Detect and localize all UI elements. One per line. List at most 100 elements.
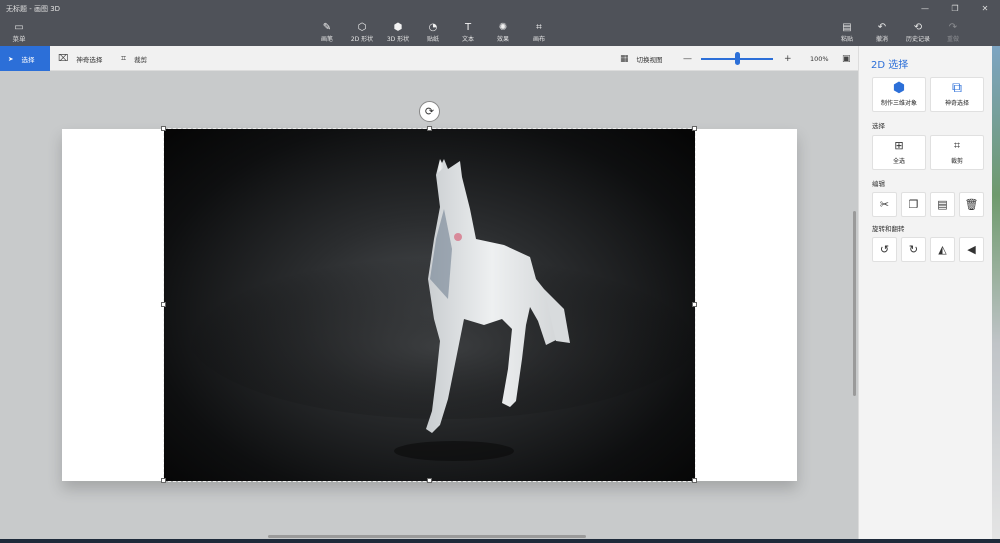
tool-label: 效果	[496, 36, 509, 43]
workspace: ⟳	[0, 71, 858, 541]
trash-icon: 🗑	[964, 197, 979, 211]
undo-icon: ↶	[877, 22, 887, 33]
panel-crop-label: 裁剪	[950, 158, 963, 165]
resize-handle-top[interactable]	[427, 126, 432, 131]
zoom-level: 100%	[810, 54, 829, 63]
panel-title: 2D 选择	[871, 60, 909, 71]
panel-magic-select-label: 神奇选择	[944, 100, 969, 107]
selection-toolbar: ➤ 选择 ⌧ 神奇选择 ⌗ 裁剪 ▦ 切换视图 — + 100% ▣	[0, 46, 858, 71]
resize-handle-top-right[interactable]	[692, 126, 697, 131]
select-tool-button[interactable]: ➤ 选择	[0, 46, 50, 71]
brush-icon: ✎	[322, 22, 332, 33]
close-icon[interactable]: ✕	[970, 0, 1000, 16]
tool-stickers[interactable]: ◔ 贴纸	[415, 22, 451, 43]
horse-photo	[184, 159, 704, 461]
select-section-label: 选择	[872, 122, 885, 130]
rotate-icon: ⟳	[424, 105, 435, 118]
make-3d-label: 制作三维对象	[880, 100, 917, 107]
crop-icon: ⌗	[121, 53, 127, 64]
zoom-slider-thumb[interactable]	[735, 52, 740, 65]
3d-shapes-icon: ⬢	[393, 22, 403, 33]
rotate-handle[interactable]: ⟳	[419, 101, 440, 122]
paste-icon: ▤	[842, 22, 852, 33]
grid-view-icon: ▦	[620, 53, 629, 64]
history-label: 历史记录	[905, 36, 930, 43]
magic-select-icon: ⌧	[58, 53, 69, 64]
minus-icon: —	[683, 53, 692, 64]
panel-crop-button[interactable]: ⌗ 裁剪	[930, 135, 984, 170]
maximize-icon[interactable]: ❐	[940, 0, 970, 16]
rotate-right-icon: ↻	[908, 242, 919, 256]
rotate-right-button[interactable]: ↻	[901, 237, 926, 262]
horizontal-scrollbar[interactable]	[268, 535, 586, 538]
scissors-icon: ✂	[879, 197, 890, 211]
flip-vertical-button[interactable]: ◀	[959, 237, 984, 262]
taskbar	[0, 539, 1000, 543]
tool-label: 2D 形状	[350, 36, 374, 43]
crop-button[interactable]: ⌗ 裁剪	[121, 46, 147, 71]
crop-label: 裁剪	[134, 55, 148, 64]
paste-icon: ▤	[937, 197, 948, 211]
history-button[interactable]: ⟲ 历史记录	[903, 22, 933, 43]
canvas-icon: ⌗	[536, 22, 542, 33]
select-all-button[interactable]: ⊞ 全选	[872, 135, 926, 170]
menu-button[interactable]: ▭ 菜单	[8, 22, 30, 43]
resize-handle-bottom-left[interactable]	[161, 478, 166, 483]
resize-handle-left[interactable]	[161, 302, 166, 307]
image-fit-icon: ▣	[842, 53, 851, 64]
copy-button[interactable]: ❐	[901, 192, 926, 217]
edit-section-label: 编辑	[872, 180, 885, 188]
undo-button[interactable]: ↶ 撤消	[867, 22, 897, 43]
resize-handle-top-left[interactable]	[161, 126, 166, 131]
tool-label: 贴纸	[426, 36, 439, 43]
make-3d-button[interactable]: ⬢ 制作三维对象	[872, 77, 926, 112]
switch-view-button[interactable]: ▦ 切换视图	[620, 46, 663, 71]
fit-view-button[interactable]: ▣	[842, 46, 851, 71]
magic-select-icon: ⧉	[952, 80, 962, 96]
zoom-in-button[interactable]: +	[784, 46, 792, 71]
vertical-scrollbar[interactable]	[853, 211, 856, 396]
tool-3d-shapes[interactable]: ⬢ 3D 形状	[380, 22, 416, 43]
tool-brush[interactable]: ✎ 画笔	[309, 22, 345, 43]
cube-icon: ⬢	[892, 80, 906, 96]
menu-label: 菜单	[12, 35, 26, 43]
side-panel: 2D 选择 ⬢ 制作三维对象 ⧉ 神奇选择 选择 ⊞ 全选 ⌗ 裁剪 编辑 ✂ …	[858, 46, 992, 543]
plus-icon: +	[784, 53, 792, 64]
delete-button[interactable]: 🗑	[959, 192, 984, 217]
folder-icon: ▭	[14, 22, 24, 33]
paste-panel-button[interactable]: ▤	[930, 192, 955, 217]
ribbon: 无标题 - 画图 3D — ❐ ✕ ▭ 菜单 ✎ 画笔 ⬡ 2D 形状 ⬢ 3D…	[0, 0, 1000, 46]
select-all-icon: ⊞	[894, 139, 904, 152]
tool-label: 文本	[461, 36, 474, 43]
panel-magic-select-button[interactable]: ⧉ 神奇选择	[930, 77, 984, 112]
flip-vertical-icon: ◀	[967, 242, 976, 256]
rotate-left-button[interactable]: ↺	[872, 237, 897, 262]
magic-select-label: 神奇选择	[76, 55, 103, 64]
selected-image[interactable]	[161, 126, 704, 483]
window-controls: — ❐ ✕	[910, 0, 1000, 16]
resize-handle-right[interactable]	[692, 302, 697, 307]
window-title: 无标题 - 画图 3D	[6, 5, 61, 13]
tool-canvas[interactable]: ⌗ 画布	[521, 22, 557, 43]
crop-icon: ⌗	[953, 139, 961, 152]
flip-horizontal-button[interactable]: ◭	[930, 237, 955, 262]
redo-button[interactable]: ↷ 重做	[938, 22, 968, 43]
redo-label: 重做	[946, 36, 959, 43]
copy-icon: ❐	[908, 197, 919, 211]
paste-button[interactable]: ▤ 粘贴	[832, 22, 862, 43]
magic-select-button[interactable]: ⌧ 神奇选择	[58, 46, 102, 71]
zoom-out-button[interactable]: —	[683, 46, 692, 71]
tool-label: 画布	[532, 36, 545, 43]
undo-label: 撤消	[875, 36, 888, 43]
2d-shapes-icon: ⬡	[357, 22, 367, 33]
redo-icon: ↷	[948, 22, 958, 33]
tool-effects[interactable]: ✺ 效果	[485, 22, 521, 43]
tool-text[interactable]: T 文本	[450, 22, 486, 43]
resize-handle-bottom[interactable]	[427, 478, 432, 483]
switch-view-label: 切换视图	[636, 55, 663, 64]
rotate-left-icon: ↺	[879, 242, 890, 256]
tool-2d-shapes[interactable]: ⬡ 2D 形状	[344, 22, 380, 43]
resize-handle-bottom-right[interactable]	[692, 478, 697, 483]
cut-button[interactable]: ✂	[872, 192, 897, 217]
minimize-icon[interactable]: —	[910, 0, 940, 16]
